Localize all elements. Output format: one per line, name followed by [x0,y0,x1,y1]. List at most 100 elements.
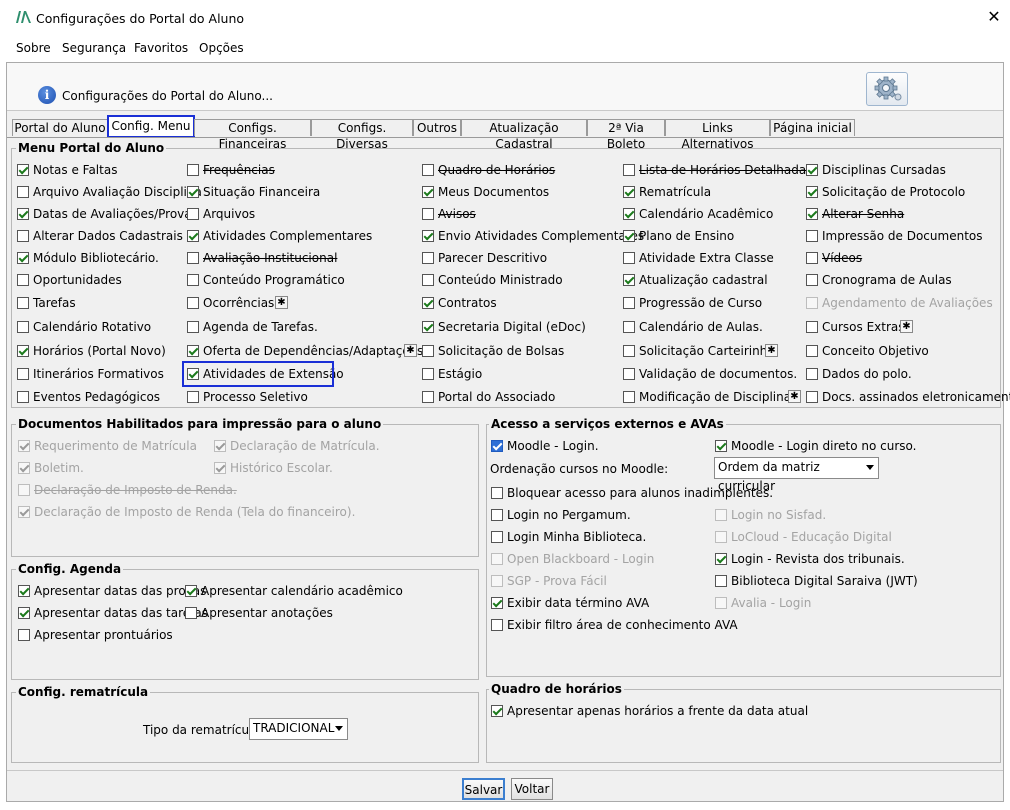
menu-item-2-2-checkbox[interactable] [422,208,434,220]
rematricula-select[interactable]: TRADICIONAL [249,718,348,740]
menu-item-0-7-checkbox[interactable] [17,321,29,333]
menu-item-1-10-label: Processo Seletivo [203,390,308,404]
menu-item-2-7-checkbox[interactable] [422,321,434,333]
menu-item-3-0-checkbox[interactable] [623,164,635,176]
close-icon[interactable]: ✕ [983,5,1005,29]
menu-item-3-8-checkbox[interactable] [623,345,635,357]
tab-segunda-via-boleto[interactable]: 2ª Via Boleto [587,119,665,151]
agenda-1-checkbox[interactable] [185,585,197,597]
tab-atualizacao-cadastral[interactable]: Atualização Cadastral [461,119,587,151]
quadro-checkbox[interactable] [491,705,503,717]
menu-item-4-10-checkbox[interactable] [806,391,818,403]
menu-item-0-6-checkbox[interactable] [17,297,29,309]
menu-item-0-8-checkbox[interactable] [17,345,29,357]
tab-config-menu[interactable]: Config. Menu [107,115,195,138]
gear-icon[interactable]: ✱ [900,320,913,333]
back-button[interactable]: Voltar [511,778,553,800]
menu-item-4-2-checkbox[interactable] [806,208,818,220]
gear-icon[interactable]: ✱ [275,296,288,309]
menu-opcoes[interactable]: Opções [199,41,244,55]
tab-links-alternativos[interactable]: Links Alternativos [665,119,770,151]
menu-item-3-5-checkbox[interactable] [623,274,635,286]
menu-item-4-8-label: Conceito Objetivo [822,344,929,358]
acesso-left-0-checkbox[interactable] [491,509,503,521]
tab-configs-financeiras[interactable]: Configs. Financeiras [194,119,311,151]
gear-icon[interactable]: ✱ [765,344,778,357]
menu-item-2-5-checkbox[interactable] [422,274,434,286]
menu-item-3-2-checkbox[interactable] [623,208,635,220]
menu-item-1-0-checkbox[interactable] [187,164,199,176]
menu-sobre[interactable]: Sobre [16,41,51,55]
menu-item-0-0-checkbox[interactable] [17,164,29,176]
quadro-label: Apresentar apenas horários a frente da d… [507,704,809,718]
menu-item-1-4-checkbox[interactable] [187,252,199,264]
menu-item-1-10-checkbox[interactable] [187,391,199,403]
menu-item-2-0-checkbox[interactable] [422,164,434,176]
menu-item-1-6-checkbox[interactable] [187,297,199,309]
tab-outros[interactable]: Outros [413,119,461,136]
menu-item-0-4-checkbox[interactable] [17,252,29,264]
menu-item-3-4-checkbox[interactable] [623,252,635,264]
agenda-0-checkbox[interactable] [18,585,30,597]
menu-item-0-9-checkbox[interactable] [17,368,29,380]
acesso-right-2-checkbox[interactable] [715,553,727,565]
menu-item-2-3-checkbox[interactable] [422,230,434,242]
menu-item-3-10-checkbox[interactable] [623,391,635,403]
moodle-login-checkbox[interactable] [491,440,503,452]
menu-item-2-1-checkbox[interactable] [422,186,434,198]
tab-configs-diversas[interactable]: Configs. Diversas [311,119,413,151]
menu-favoritos[interactable]: Favoritos [134,41,188,55]
menu-item-2-8-checkbox[interactable] [422,345,434,357]
agenda-2-checkbox[interactable] [18,607,30,619]
agenda-3-checkbox[interactable] [185,607,197,619]
bloquear-checkbox[interactable] [491,487,503,499]
menu-item-0-4-label: Módulo Bibliotecário. [33,251,159,265]
gear-icon[interactable]: ✱ [404,344,417,357]
menu-item-1-8-checkbox[interactable] [187,345,199,357]
menu-item-0-1-checkbox[interactable] [17,186,29,198]
tab-portal-do-aluno[interactable]: Portal do Aluno [12,119,108,136]
menu-item-2-10-checkbox[interactable] [422,391,434,403]
acesso-left-4-checkbox[interactable] [491,597,503,609]
menu-item-3-7-checkbox[interactable] [623,321,635,333]
menu-item-0-3-checkbox[interactable] [17,230,29,242]
menu-item-1-3-checkbox[interactable] [187,230,199,242]
menu-item-1-5-checkbox[interactable] [187,274,199,286]
menu-item-3-1-checkbox[interactable] [623,186,635,198]
menu-item-2-4-checkbox[interactable] [422,252,434,264]
menu-item-0-10-checkbox[interactable] [17,391,29,403]
menu-item-4-8-checkbox[interactable] [806,345,818,357]
menu-item-1-1-checkbox[interactable] [187,186,199,198]
header-panel [7,63,1003,111]
menu-item-4-0-checkbox[interactable] [806,164,818,176]
acesso-left-5-checkbox[interactable] [491,619,503,631]
agenda-4-checkbox[interactable] [18,629,30,641]
menu-item-2-6-checkbox[interactable] [422,297,434,309]
menu-item-4-3-checkbox[interactable] [806,230,818,242]
acesso-right-3-checkbox[interactable] [715,575,727,587]
settings-button[interactable] [866,72,908,106]
menu-item-0-3-label: Alterar Dados Cadastrais [33,229,183,243]
menu-item-0-2-checkbox[interactable] [17,208,29,220]
menu-item-3-9-checkbox[interactable] [623,368,635,380]
menu-item-4-5-checkbox[interactable] [806,274,818,286]
menu-item-1-6-label: Ocorrências [203,296,275,310]
menu-item-4-7-checkbox[interactable] [806,321,818,333]
menu-item-2-9-checkbox[interactable] [422,368,434,380]
moodle-direto-checkbox[interactable] [715,440,727,452]
acesso-left-1-checkbox[interactable] [491,531,503,543]
menu-item-1-7-checkbox[interactable] [187,321,199,333]
ordenacao-select[interactable]: Ordem da matriz curricular [714,457,879,493]
save-button[interactable]: Salvar [462,778,505,800]
quadro-title: Quadro de horários [489,682,624,696]
menu-seguranca[interactable]: Segurança [62,41,126,55]
menu-item-4-4-checkbox[interactable] [806,252,818,264]
menu-item-1-2-checkbox[interactable] [187,208,199,220]
menu-item-4-1-checkbox[interactable] [806,186,818,198]
gear-icon[interactable]: ✱ [788,390,801,403]
tab-pagina-inicial[interactable]: Página inicial [770,119,855,136]
menu-item-0-5-checkbox[interactable] [17,274,29,286]
menu-item-4-9-checkbox[interactable] [806,368,818,380]
menu-item-3-6-checkbox[interactable] [623,297,635,309]
menu-item-3-3-checkbox[interactable] [623,230,635,242]
